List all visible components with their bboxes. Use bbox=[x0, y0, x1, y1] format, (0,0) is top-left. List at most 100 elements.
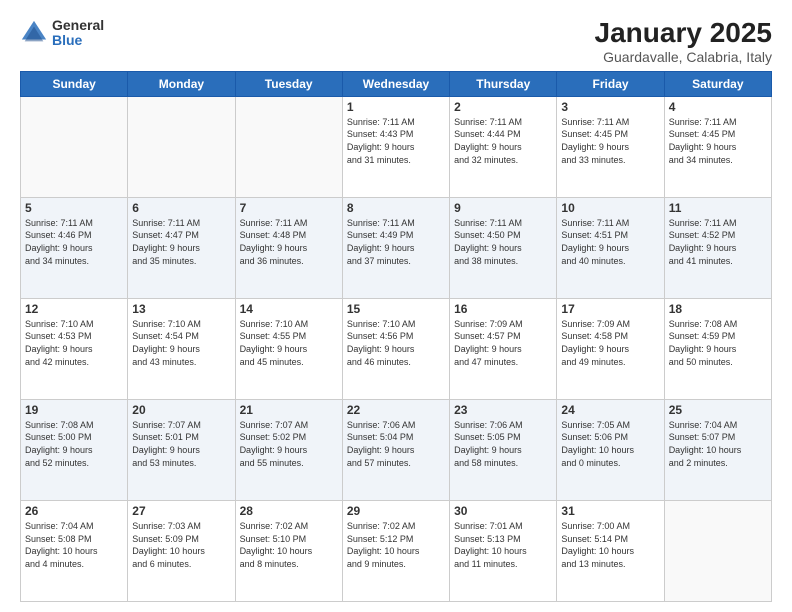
calendar-cell: 9Sunrise: 7:11 AM Sunset: 4:50 PM Daylig… bbox=[450, 197, 557, 298]
calendar-cell: 4 Sunrise: 7:11 AM Sunset: 4:45 PM Daylig… bbox=[664, 96, 771, 197]
day-number: 25 bbox=[669, 403, 767, 417]
calendar-cell: 18Sunrise: 7:08 AM Sunset: 4:59 PM Dayli… bbox=[664, 298, 771, 399]
logo-blue-text: Blue bbox=[52, 33, 104, 48]
day-number: 8 bbox=[347, 201, 445, 215]
month-title: January 2025 bbox=[595, 18, 772, 49]
title-block: January 2025 Guardavalle, Calabria, Ital… bbox=[595, 18, 772, 65]
calendar-header-row: SundayMondayTuesdayWednesdayThursdayFrid… bbox=[21, 71, 772, 96]
calendar-cell: 13Sunrise: 7:10 AM Sunset: 4:54 PM Dayli… bbox=[128, 298, 235, 399]
day-info: Sunrise: 7:08 AM Sunset: 5:00 PM Dayligh… bbox=[25, 419, 123, 469]
day-number: 10 bbox=[561, 201, 659, 215]
day-header-saturday: Saturday bbox=[664, 71, 771, 96]
day-number: 1 bbox=[347, 100, 445, 114]
day-number: 21 bbox=[240, 403, 338, 417]
day-info: Sunrise: 7:10 AM Sunset: 4:55 PM Dayligh… bbox=[240, 318, 338, 368]
day-number: 7 bbox=[240, 201, 338, 215]
day-number: 14 bbox=[240, 302, 338, 316]
day-number: 30 bbox=[454, 504, 552, 518]
calendar-cell: 17 Sunrise: 7:09 AM Sunset: 4:58 PM Dayli… bbox=[557, 298, 664, 399]
day-number: 28 bbox=[240, 504, 338, 518]
calendar-cell: 29 Sunrise: 7:02 AM Sunset: 5:12 PM Dayli… bbox=[342, 500, 449, 601]
logo: General Blue bbox=[20, 18, 104, 49]
calendar-cell: 31 Sunrise: 7:00 AM Sunset: 5:14 PM Dayli… bbox=[557, 500, 664, 601]
calendar-cell: 2 Sunrise: 7:11 AM Sunset: 4:44 PM Daylig… bbox=[450, 96, 557, 197]
day-number: 3 bbox=[561, 100, 659, 114]
calendar-cell: 12 Sunrise: 7:10 AM Sunset: 4:53 PM Dayli… bbox=[21, 298, 128, 399]
day-header-thursday: Thursday bbox=[450, 71, 557, 96]
calendar-week-row: 12 Sunrise: 7:10 AM Sunset: 4:53 PM Dayli… bbox=[21, 298, 772, 399]
day-info: Sunrise: 7:11 AM Sunset: 4:48 PM Dayligh… bbox=[240, 217, 338, 267]
day-info: Sunrise: 7:11 AM Sunset: 4:51 PM Dayligh… bbox=[561, 217, 659, 267]
header: General Blue January 2025 Guardavalle, C… bbox=[20, 18, 772, 65]
day-number: 18 bbox=[669, 302, 767, 316]
day-info: Sunrise: 7:03 AM Sunset: 5:09 PM Dayligh… bbox=[132, 520, 230, 570]
day-number: 2 bbox=[454, 100, 552, 114]
day-number: 11 bbox=[669, 201, 767, 215]
day-number: 13 bbox=[132, 302, 230, 316]
page: General Blue January 2025 Guardavalle, C… bbox=[0, 0, 792, 612]
day-number: 12 bbox=[25, 302, 123, 316]
day-number: 4 bbox=[669, 100, 767, 114]
calendar-cell: 14 Sunrise: 7:10 AM Sunset: 4:55 PM Dayli… bbox=[235, 298, 342, 399]
day-info: Sunrise: 7:11 AM Sunset: 4:49 PM Dayligh… bbox=[347, 217, 445, 267]
calendar-week-row: 26 Sunrise: 7:04 AM Sunset: 5:08 PM Dayli… bbox=[21, 500, 772, 601]
calendar-cell: 24Sunrise: 7:05 AM Sunset: 5:06 PM Dayli… bbox=[557, 399, 664, 500]
day-info: Sunrise: 7:11 AM Sunset: 4:52 PM Dayligh… bbox=[669, 217, 767, 267]
calendar-cell: 25 Sunrise: 7:04 AM Sunset: 5:07 PM Dayli… bbox=[664, 399, 771, 500]
day-info: Sunrise: 7:01 AM Sunset: 5:13 PM Dayligh… bbox=[454, 520, 552, 570]
day-number: 5 bbox=[25, 201, 123, 215]
day-info: Sunrise: 7:02 AM Sunset: 5:12 PM Dayligh… bbox=[347, 520, 445, 570]
day-number: 26 bbox=[25, 504, 123, 518]
calendar-cell bbox=[128, 96, 235, 197]
day-header-friday: Friday bbox=[557, 71, 664, 96]
day-info: Sunrise: 7:07 AM Sunset: 5:01 PM Dayligh… bbox=[132, 419, 230, 469]
calendar-cell: 21Sunrise: 7:07 AM Sunset: 5:02 PM Dayli… bbox=[235, 399, 342, 500]
day-info: Sunrise: 7:11 AM Sunset: 4:43 PM Dayligh… bbox=[347, 116, 445, 166]
calendar-cell: 28 Sunrise: 7:02 AM Sunset: 5:10 PM Dayli… bbox=[235, 500, 342, 601]
day-number: 31 bbox=[561, 504, 659, 518]
day-number: 6 bbox=[132, 201, 230, 215]
day-number: 20 bbox=[132, 403, 230, 417]
day-info: Sunrise: 7:09 AM Sunset: 4:58 PM Dayligh… bbox=[561, 318, 659, 368]
logo-icon bbox=[20, 19, 48, 47]
location: Guardavalle, Calabria, Italy bbox=[595, 49, 772, 65]
calendar-cell: 23 Sunrise: 7:06 AM Sunset: 5:05 PM Dayli… bbox=[450, 399, 557, 500]
day-number: 29 bbox=[347, 504, 445, 518]
day-info: Sunrise: 7:05 AM Sunset: 5:06 PM Dayligh… bbox=[561, 419, 659, 469]
calendar-cell: 6 Sunrise: 7:11 AM Sunset: 4:47 PM Daylig… bbox=[128, 197, 235, 298]
day-number: 23 bbox=[454, 403, 552, 417]
day-info: Sunrise: 7:02 AM Sunset: 5:10 PM Dayligh… bbox=[240, 520, 338, 570]
day-info: Sunrise: 7:06 AM Sunset: 5:05 PM Dayligh… bbox=[454, 419, 552, 469]
day-info: Sunrise: 7:11 AM Sunset: 4:44 PM Dayligh… bbox=[454, 116, 552, 166]
calendar-cell bbox=[664, 500, 771, 601]
calendar-cell bbox=[21, 96, 128, 197]
calendar-cell: 30 Sunrise: 7:01 AM Sunset: 5:13 PM Dayli… bbox=[450, 500, 557, 601]
calendar-cell: 26 Sunrise: 7:04 AM Sunset: 5:08 PM Dayli… bbox=[21, 500, 128, 601]
day-number: 27 bbox=[132, 504, 230, 518]
day-info: Sunrise: 7:11 AM Sunset: 4:47 PM Dayligh… bbox=[132, 217, 230, 267]
day-info: Sunrise: 7:11 AM Sunset: 4:45 PM Dayligh… bbox=[561, 116, 659, 166]
day-number: 16 bbox=[454, 302, 552, 316]
day-header-tuesday: Tuesday bbox=[235, 71, 342, 96]
calendar-cell: 22Sunrise: 7:06 AM Sunset: 5:04 PM Dayli… bbox=[342, 399, 449, 500]
day-number: 22 bbox=[347, 403, 445, 417]
logo-text: General Blue bbox=[52, 18, 104, 49]
calendar-cell: 16Sunrise: 7:09 AM Sunset: 4:57 PM Dayli… bbox=[450, 298, 557, 399]
calendar-cell: 15Sunrise: 7:10 AM Sunset: 4:56 PM Dayli… bbox=[342, 298, 449, 399]
day-info: Sunrise: 7:11 AM Sunset: 4:50 PM Dayligh… bbox=[454, 217, 552, 267]
calendar-week-row: 5Sunrise: 7:11 AM Sunset: 4:46 PM Daylig… bbox=[21, 197, 772, 298]
calendar-cell: 20 Sunrise: 7:07 AM Sunset: 5:01 PM Dayli… bbox=[128, 399, 235, 500]
day-info: Sunrise: 7:04 AM Sunset: 5:08 PM Dayligh… bbox=[25, 520, 123, 570]
day-info: Sunrise: 7:04 AM Sunset: 5:07 PM Dayligh… bbox=[669, 419, 767, 469]
calendar-week-row: 1 Sunrise: 7:11 AM Sunset: 4:43 PM Daylig… bbox=[21, 96, 772, 197]
logo-general-text: General bbox=[52, 18, 104, 33]
calendar-cell: 1 Sunrise: 7:11 AM Sunset: 4:43 PM Daylig… bbox=[342, 96, 449, 197]
day-header-wednesday: Wednesday bbox=[342, 71, 449, 96]
day-number: 17 bbox=[561, 302, 659, 316]
calendar-cell: 8 Sunrise: 7:11 AM Sunset: 4:49 PM Daylig… bbox=[342, 197, 449, 298]
day-info: Sunrise: 7:00 AM Sunset: 5:14 PM Dayligh… bbox=[561, 520, 659, 570]
day-info: Sunrise: 7:10 AM Sunset: 4:53 PM Dayligh… bbox=[25, 318, 123, 368]
day-info: Sunrise: 7:11 AM Sunset: 4:45 PM Dayligh… bbox=[669, 116, 767, 166]
calendar-cell: 7 Sunrise: 7:11 AM Sunset: 4:48 PM Daylig… bbox=[235, 197, 342, 298]
calendar-cell: 10 Sunrise: 7:11 AM Sunset: 4:51 PM Dayli… bbox=[557, 197, 664, 298]
